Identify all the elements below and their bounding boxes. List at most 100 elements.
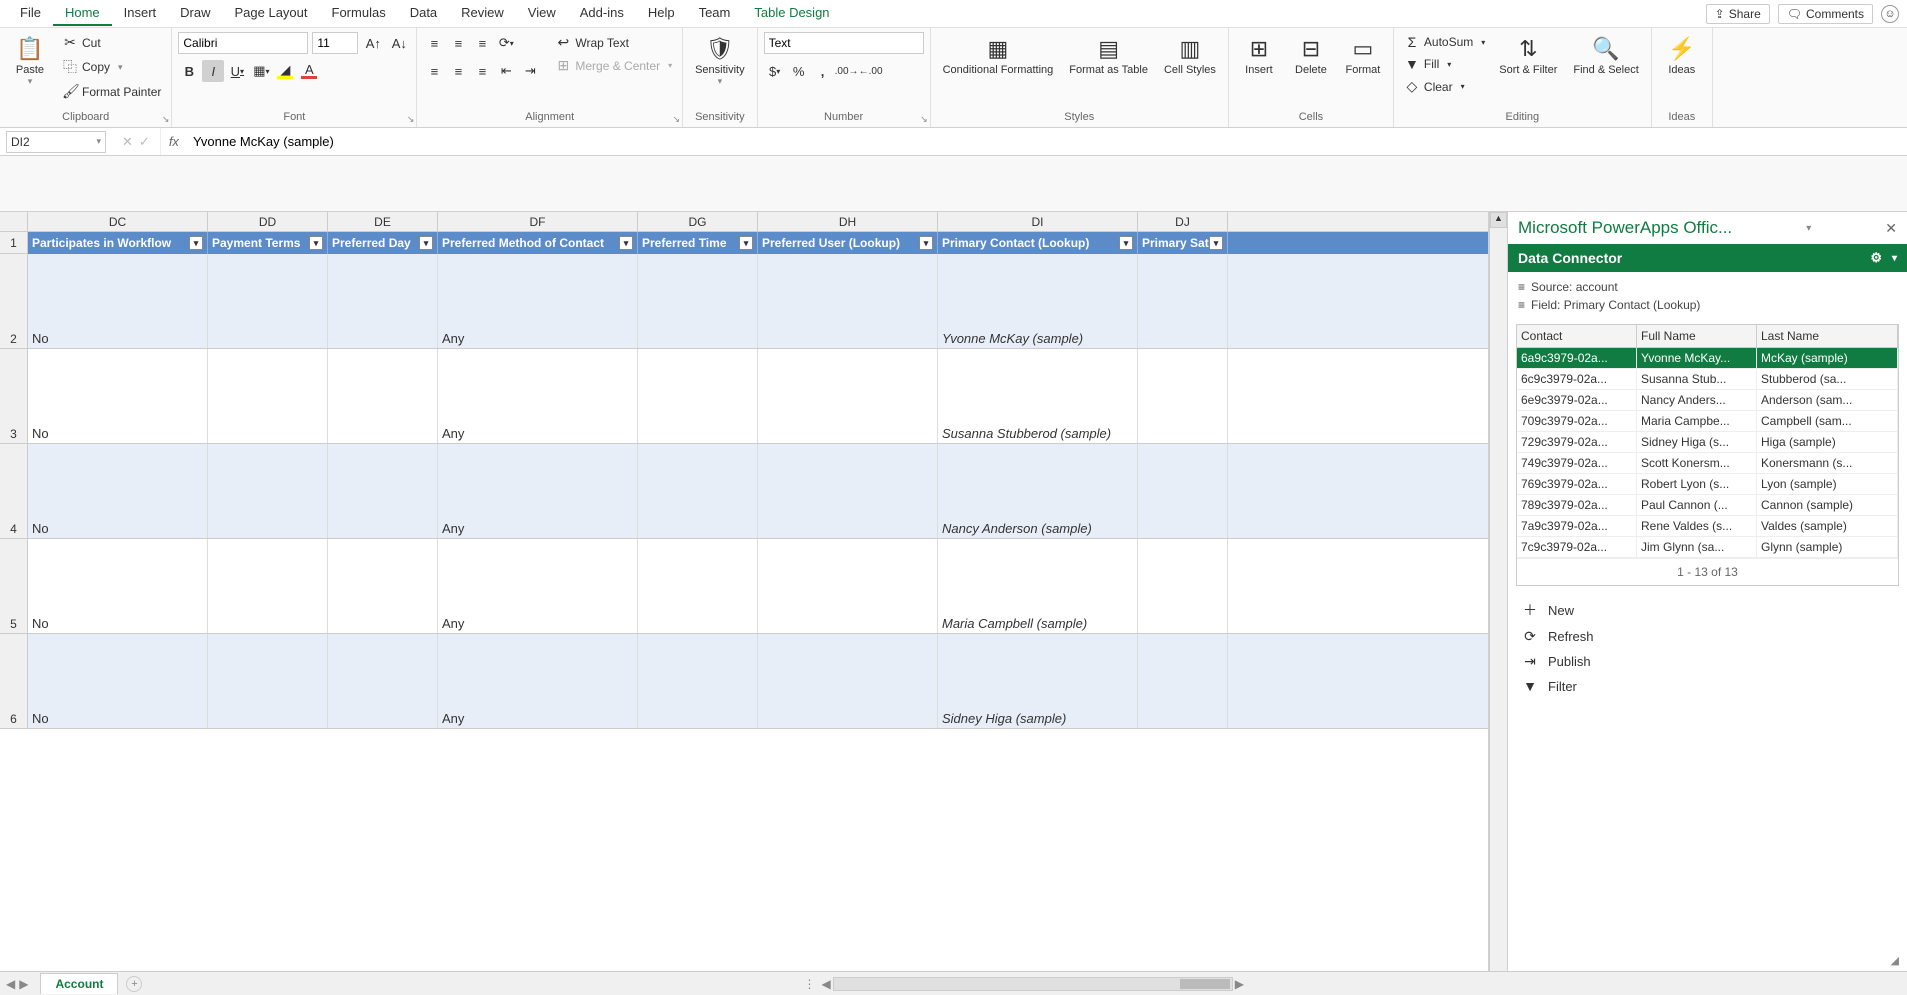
menu-formulas[interactable]: Formulas: [320, 1, 398, 26]
menu-add-ins[interactable]: Add-ins: [568, 1, 636, 26]
resize-handle-icon[interactable]: ◢: [1508, 950, 1907, 971]
cell-dj-6[interactable]: [1138, 634, 1228, 728]
find-select-button[interactable]: 🔍Find & Select: [1567, 32, 1644, 80]
align-center-button[interactable]: ≡: [447, 60, 469, 82]
cell-dc-2[interactable]: No: [28, 254, 208, 348]
lookup-row[interactable]: 6c9c3979-02a...Susanna Stub...Stubberod …: [1517, 369, 1898, 390]
lookup-row[interactable]: 729c3979-02a...Sidney Higa (s...Higa (sa…: [1517, 432, 1898, 453]
cell-dj-3[interactable]: [1138, 349, 1228, 443]
close-taskpane-button[interactable]: ✕: [1885, 220, 1897, 237]
row-header-4[interactable]: 4: [0, 444, 28, 538]
sort-filter-button[interactable]: ⇅Sort & Filter: [1493, 32, 1563, 80]
col-header-dh[interactable]: DH: [758, 212, 938, 231]
font-name-select[interactable]: [178, 32, 308, 54]
col-header-dc[interactable]: DC: [28, 212, 208, 231]
clear-button[interactable]: ◇Clear▾: [1400, 76, 1489, 97]
cell-dh-2[interactable]: [758, 254, 938, 348]
lookup-row[interactable]: 749c3979-02a...Scott Konersm...Konersman…: [1517, 453, 1898, 474]
cell-de-2[interactable]: [328, 254, 438, 348]
col-header-dd[interactable]: DD: [208, 212, 328, 231]
col-header-dg[interactable]: DG: [638, 212, 758, 231]
add-sheet-button[interactable]: +: [126, 976, 142, 992]
refresh-button[interactable]: ⟳Refresh: [1522, 628, 1893, 645]
filter-dropdown-icon[interactable]: ▾: [1209, 236, 1223, 250]
decrease-decimal-button[interactable]: ←.00: [860, 60, 882, 82]
cell-df-5[interactable]: Any: [438, 539, 638, 633]
copy-button[interactable]: ⿻Copy▾: [58, 55, 165, 79]
menu-data[interactable]: Data: [398, 1, 449, 26]
lookup-row[interactable]: 7a9c3979-02a...Rene Valdes (s...Valdes (…: [1517, 516, 1898, 537]
cell-df-4[interactable]: Any: [438, 444, 638, 538]
cell-dh-3[interactable]: [758, 349, 938, 443]
cell-di-6[interactable]: Sidney Higa (sample): [938, 634, 1138, 728]
format-cells-button[interactable]: ▭Format: [1339, 32, 1387, 80]
col-header-de[interactable]: DE: [328, 212, 438, 231]
cell-dg-3[interactable]: [638, 349, 758, 443]
conditional-formatting-button[interactable]: ▦Conditional Formatting: [937, 32, 1060, 80]
italic-button[interactable]: I: [202, 60, 224, 82]
table-header-dj[interactable]: Primary Sat▾: [1138, 232, 1228, 254]
table-header-dg[interactable]: Preferred Time▾: [638, 232, 758, 254]
lookup-row[interactable]: 6e9c3979-02a...Nancy Anders...Anderson (…: [1517, 390, 1898, 411]
spreadsheet-grid[interactable]: DCDDDEDFDGDHDIDJ 1 Participates in Workf…: [0, 212, 1489, 971]
cell-dd-4[interactable]: [208, 444, 328, 538]
filter-dropdown-icon[interactable]: ▾: [189, 236, 203, 250]
name-box[interactable]: DI2 ▾: [6, 131, 106, 153]
filter-dropdown-icon[interactable]: ▾: [1119, 236, 1133, 250]
hscroll-right[interactable]: ▶: [1235, 977, 1244, 991]
comments-button[interactable]: 🗨Comments: [1778, 4, 1873, 24]
cell-df-3[interactable]: Any: [438, 349, 638, 443]
increase-indent-button[interactable]: ⇥: [519, 60, 541, 82]
menu-draw[interactable]: Draw: [168, 1, 222, 26]
font-color-button[interactable]: A: [298, 60, 320, 82]
cell-dc-4[interactable]: No: [28, 444, 208, 538]
border-button[interactable]: ▦▾: [250, 60, 272, 82]
cell-di-4[interactable]: Nancy Anderson (sample): [938, 444, 1138, 538]
insert-cells-button[interactable]: ⊞Insert: [1235, 32, 1283, 80]
filter-dropdown-icon[interactable]: ▾: [309, 236, 323, 250]
clipboard-dialog-launcher[interactable]: ↘: [162, 114, 170, 125]
cell-dg-6[interactable]: [638, 634, 758, 728]
cell-dd-5[interactable]: [208, 539, 328, 633]
font-dialog-launcher[interactable]: ↘: [407, 114, 415, 125]
align-right-button[interactable]: ≡: [471, 60, 493, 82]
filter-button[interactable]: ▼Filter: [1522, 678, 1893, 694]
increase-decimal-button[interactable]: .00→: [836, 60, 858, 82]
bold-button[interactable]: B: [178, 60, 200, 82]
cell-dd-2[interactable]: [208, 254, 328, 348]
menu-page-layout[interactable]: Page Layout: [223, 1, 320, 26]
decrease-font-button[interactable]: A↓: [388, 32, 410, 54]
lookup-col-contact[interactable]: Contact: [1517, 325, 1637, 347]
lookup-row[interactable]: 769c3979-02a...Robert Lyon (s...Lyon (sa…: [1517, 474, 1898, 495]
col-header-di[interactable]: DI: [938, 212, 1138, 231]
gear-icon[interactable]: ⚙: [1870, 250, 1882, 266]
cell-dc-3[interactable]: No: [28, 349, 208, 443]
cell-de-3[interactable]: [328, 349, 438, 443]
row-header-3[interactable]: 3: [0, 349, 28, 443]
sheet-tab-account[interactable]: Account: [40, 973, 118, 994]
cell-dh-4[interactable]: [758, 444, 938, 538]
cell-di-5[interactable]: Maria Campbell (sample): [938, 539, 1138, 633]
format-painter-button[interactable]: 🖌Format Painter: [58, 81, 165, 102]
table-header-dc[interactable]: Participates in Workflow▾: [28, 232, 208, 254]
cell-dg-5[interactable]: [638, 539, 758, 633]
table-header-dh[interactable]: Preferred User (Lookup)▾: [758, 232, 938, 254]
row-header-2[interactable]: 2: [0, 254, 28, 348]
menu-view[interactable]: View: [516, 1, 568, 26]
sheet-nav-prev[interactable]: ◀: [6, 977, 15, 991]
filter-dropdown-icon[interactable]: ▾: [619, 236, 633, 250]
cell-dj-5[interactable]: [1138, 539, 1228, 633]
percent-button[interactable]: %: [788, 60, 810, 82]
comma-button[interactable]: ,: [812, 60, 834, 82]
align-top-button[interactable]: ≡: [423, 32, 445, 54]
format-as-table-button[interactable]: ▤Format as Table: [1063, 32, 1154, 80]
increase-font-button[interactable]: A↑: [362, 32, 384, 54]
number-format-select[interactable]: [764, 32, 924, 54]
col-header-dj[interactable]: DJ: [1138, 212, 1228, 231]
paste-button[interactable]: 📋 Paste ▾: [6, 32, 54, 91]
decrease-indent-button[interactable]: ⇤: [495, 60, 517, 82]
cell-dh-6[interactable]: [758, 634, 938, 728]
cell-df-2[interactable]: Any: [438, 254, 638, 348]
cell-de-4[interactable]: [328, 444, 438, 538]
share-button[interactable]: ⇪Share: [1706, 4, 1770, 24]
